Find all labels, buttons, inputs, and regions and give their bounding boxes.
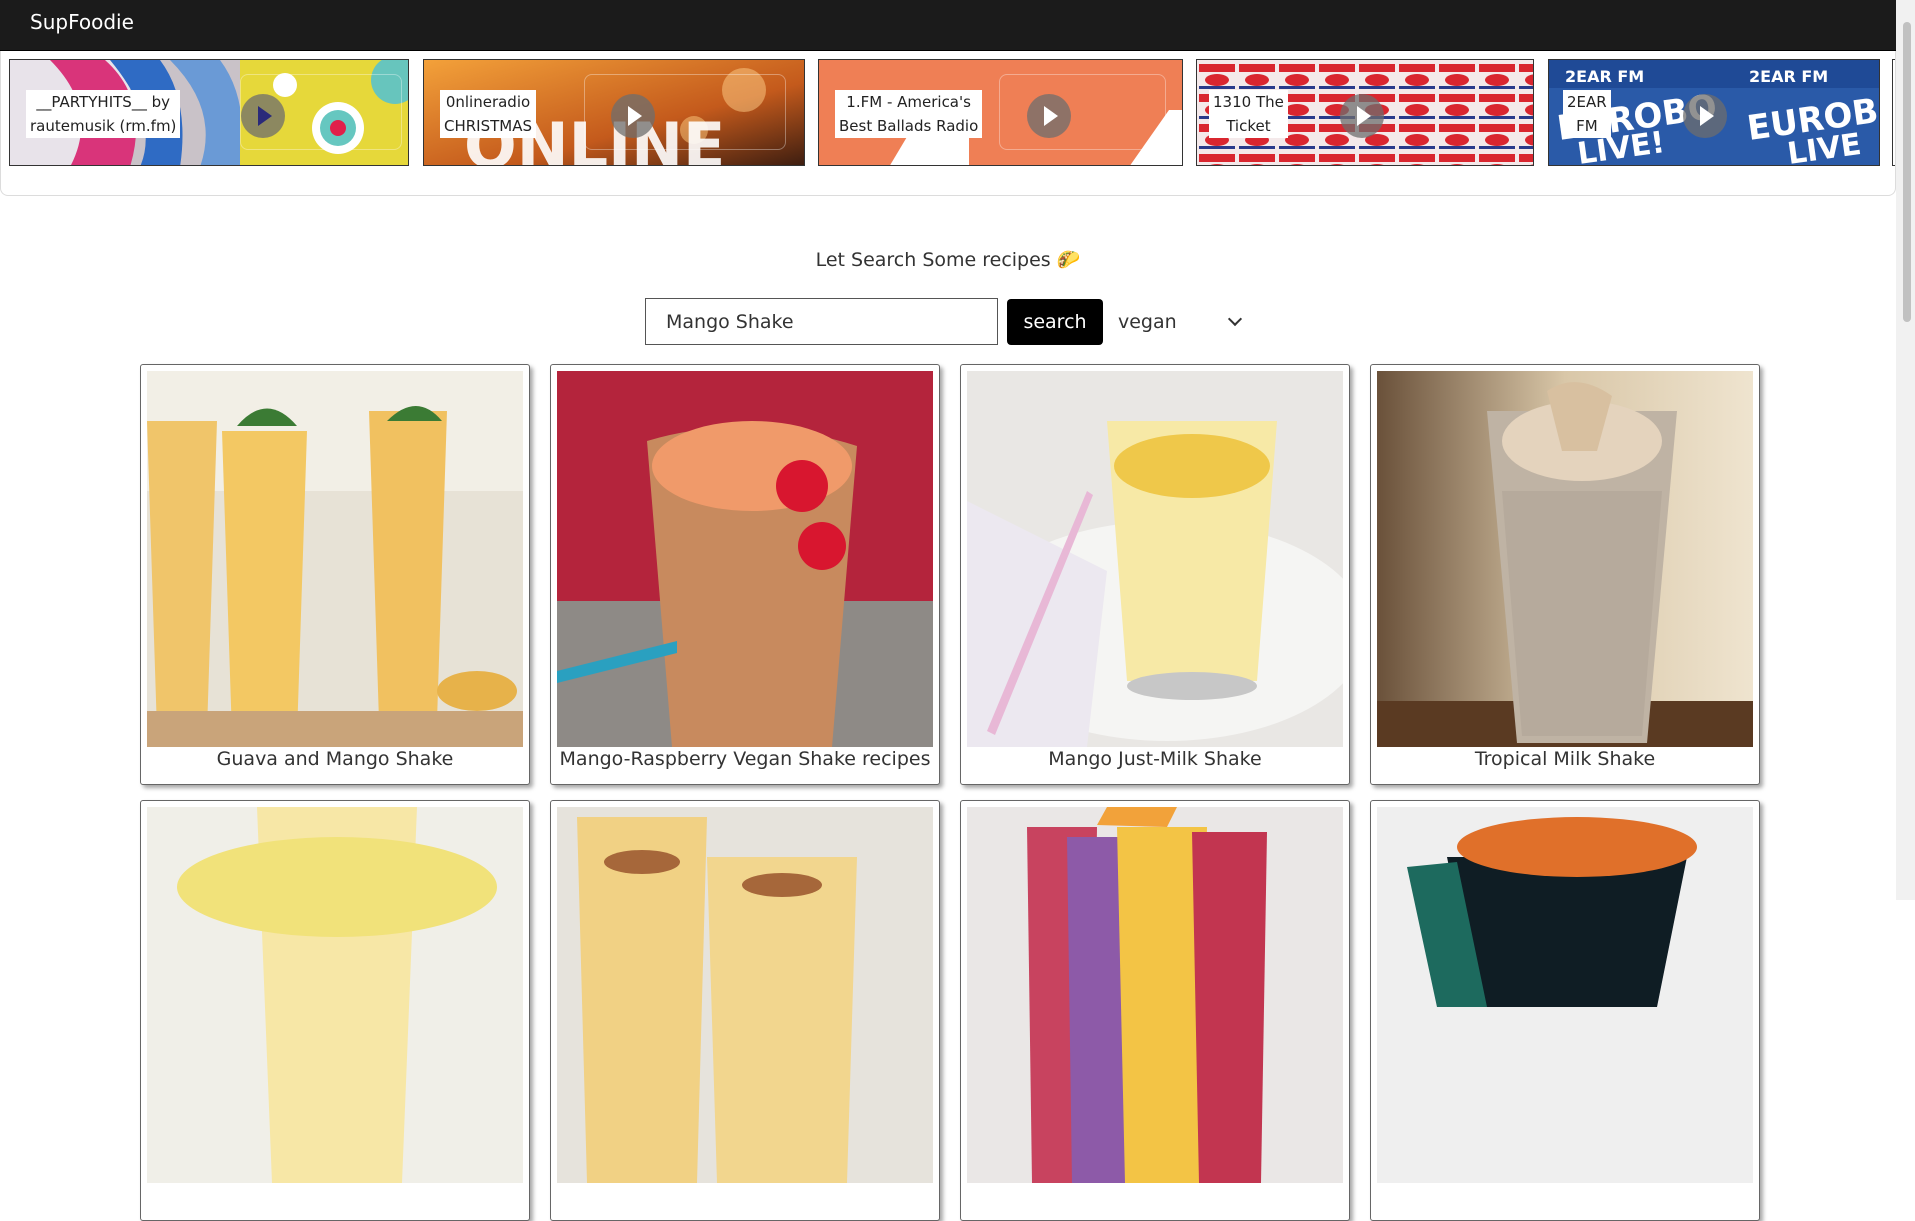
station-name: 1.FM - America's Best Ballads Radio <box>835 90 983 138</box>
radio-station-card[interactable]: 1310 The Ticket <box>1196 59 1534 166</box>
station-name: 1310 The Ticket <box>1209 90 1288 138</box>
recipe-title: Mango-Raspberry Vegan Shake recipes <box>559 748 931 770</box>
station-name: 2EAR FM <box>1563 90 1611 138</box>
station-name: 0nlineradio CHRISTMAS <box>440 90 537 138</box>
recipe-card[interactable]: Mango-Raspberry Vegan Shake recipes <box>550 364 940 785</box>
play-icon[interactable] <box>611 94 655 138</box>
station-name-line2: FM <box>1576 117 1598 135</box>
radio-station-card[interactable]: __PARTYHITS__ by rautemusik (rm.fm) <box>9 59 409 166</box>
station-name-line1: 1.FM - America's <box>846 93 971 111</box>
radio-station-card[interactable]: 2EAR FM 2EAR FM EUROBO LIVE! EUROBO LIVE… <box>1548 59 1880 166</box>
radio-station-card[interactable]: 1.FM - America's Best Ballads Radio <box>818 59 1183 166</box>
station-overlay <box>999 74 1166 150</box>
scrollbar-thumb[interactable] <box>1903 22 1911 322</box>
chevron-down-icon <box>1227 311 1243 327</box>
station-name-line2: Ticket <box>1226 117 1271 135</box>
svg-text:2EAR FM: 2EAR FM <box>1749 67 1828 86</box>
station-name-line2: Best Ballads Radio <box>839 117 979 135</box>
recipe-card[interactable]: Guava and Mango Shake <box>140 364 530 785</box>
play-icon[interactable] <box>1340 94 1384 138</box>
recipe-photo <box>1377 371 1753 747</box>
recipe-card[interactable]: Mango Just-Milk Shake <box>960 364 1350 785</box>
station-name: __PARTYHITS__ by rautemusik (rm.fm) <box>26 90 181 138</box>
recipe-photo <box>1377 807 1753 1183</box>
recipe-photo <box>557 807 933 1183</box>
diet-select-value: vegan <box>1118 311 1177 333</box>
play-icon[interactable] <box>1027 94 1071 138</box>
station-name-line2: rautemusik (rm.fm) <box>30 117 177 135</box>
svg-text:2EAR FM: 2EAR FM <box>1565 67 1644 86</box>
recipe-card[interactable]: Tropical Milk Shake <box>1370 364 1760 785</box>
recipe-photo <box>967 371 1343 747</box>
play-icon[interactable] <box>1683 94 1727 138</box>
radio-station-strip: __PARTYHITS__ by rautemusik (rm.fm) ONLI… <box>0 51 1896 196</box>
recipe-card[interactable] <box>960 800 1350 1221</box>
brand-link[interactable]: SupFoodie <box>30 10 134 34</box>
play-icon[interactable] <box>241 94 285 138</box>
radio-station-card[interactable]: ONLINE 0nlineradio CHRISTMAS <box>423 59 805 166</box>
search-prompt: Let Search Some recipes 🌮 <box>815 249 1081 271</box>
recipe-title: Tropical Milk Shake <box>1474 748 1656 770</box>
recipe-photo <box>967 807 1343 1183</box>
recipe-photo <box>147 807 523 1183</box>
recipe-title: Mango Just-Milk Shake <box>1048 748 1262 770</box>
recipe-card[interactable] <box>1370 800 1760 1221</box>
recipe-photo <box>147 371 523 747</box>
station-name-line1: __PARTYHITS__ by <box>36 93 170 111</box>
station-name-line2: CHRISTMAS <box>444 117 533 135</box>
recipe-card[interactable] <box>140 800 530 1221</box>
station-name-line1: 2EAR <box>1567 93 1607 111</box>
recipe-card[interactable] <box>550 800 940 1221</box>
recipe-title: Guava and Mango Shake <box>216 748 454 770</box>
recipe-photo <box>557 371 933 747</box>
search-input[interactable] <box>645 298 998 345</box>
diet-select[interactable]: vegan <box>1110 300 1258 344</box>
station-name-line1: 1310 The <box>1213 93 1284 111</box>
navbar: SupFoodie <box>0 0 1915 51</box>
station-name-line1: 0nlineradio <box>445 93 531 111</box>
search-button[interactable]: search <box>1007 299 1103 345</box>
